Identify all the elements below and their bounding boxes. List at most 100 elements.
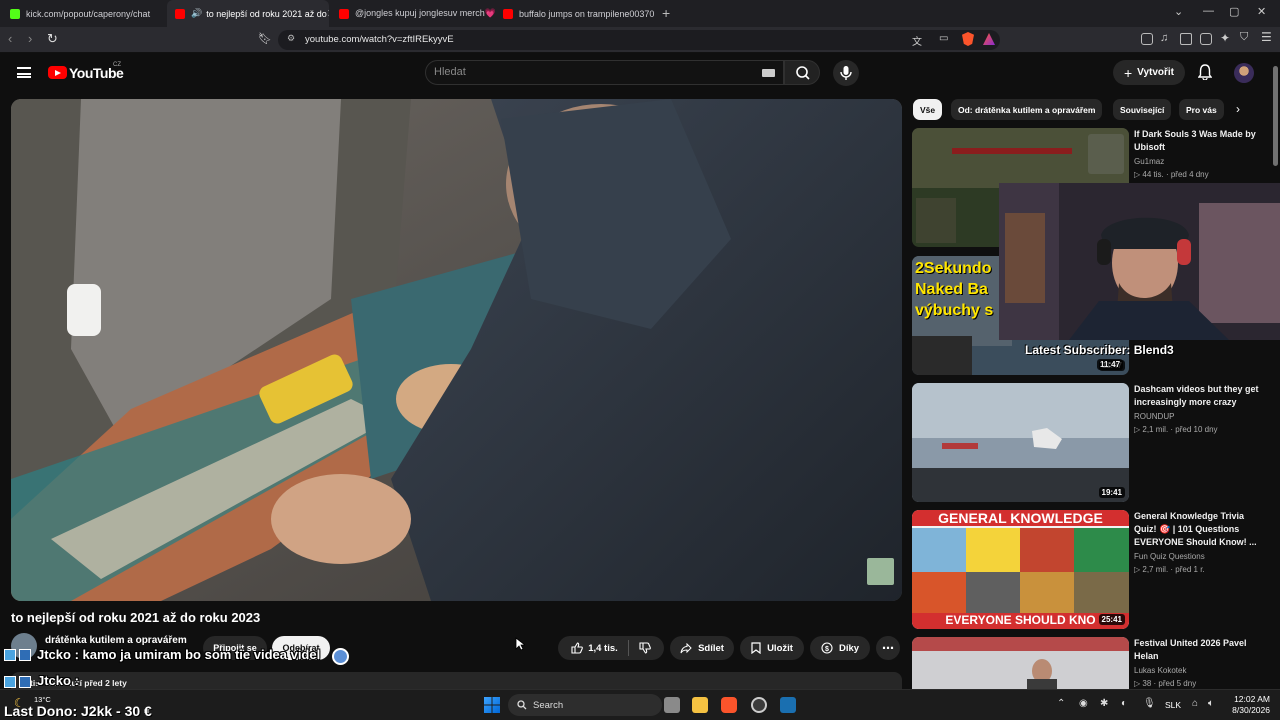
new-tab-button[interactable]: + bbox=[662, 5, 670, 21]
kick-favicon-icon bbox=[10, 8, 20, 19]
task-view-icon[interactable] bbox=[664, 697, 680, 713]
meta-separator: · bbox=[1163, 170, 1171, 179]
recommendation-meta: ▷ 2,7 mil. · před 1 r. bbox=[1134, 565, 1205, 574]
tray-overflow-icon[interactable]: ⌃ bbox=[1057, 698, 1065, 709]
site-info-icon[interactable]: ⚙ bbox=[287, 33, 295, 44]
hamburger-menu-icon[interactable] bbox=[17, 67, 31, 78]
leo-ai-icon[interactable]: ✦ bbox=[1220, 31, 1230, 45]
recommendation-channel[interactable]: Gu1maz bbox=[1134, 157, 1164, 166]
media-icon[interactable]: ♫ bbox=[1160, 32, 1168, 44]
volume-icon[interactable]: 🔈︎ bbox=[1208, 698, 1214, 709]
share-arrow-icon bbox=[680, 642, 692, 653]
back-button[interactable]: ‹ bbox=[8, 31, 12, 46]
voice-search-button[interactable] bbox=[833, 60, 859, 86]
tab-jongles[interactable]: @jongles kupuj jonglesuv merch💗 bbox=[331, 0, 495, 27]
recommendation-title[interactable]: General Knowledge Trivia Quiz! 🎯 | 101 Q… bbox=[1134, 510, 1262, 549]
tab-youtube-video[interactable]: 🔊 to nejlepší od roku 2021 až do ✕ bbox=[167, 0, 329, 27]
tab-buffalo[interactable]: buffalo jumps on trampilene00370 - bbox=[495, 0, 655, 27]
search-button[interactable] bbox=[784, 60, 820, 85]
minimize-button[interactable]: — bbox=[1203, 5, 1214, 17]
country-code: CZ bbox=[113, 62, 121, 68]
speaker-icon: 🔊 bbox=[191, 8, 203, 18]
keyboard-language[interactable]: SLK bbox=[1165, 700, 1181, 710]
more-icon: ⋯ bbox=[882, 641, 894, 655]
windows-start-icon[interactable] bbox=[484, 697, 500, 713]
extensions-icon[interactable] bbox=[1141, 33, 1153, 45]
chevron-right-icon[interactable]: › bbox=[1236, 102, 1240, 116]
chip-for-you[interactable]: Pro vás bbox=[1179, 99, 1224, 120]
video-player[interactable] bbox=[11, 99, 902, 601]
browser-tab-bar: kick.com/popout/caperony/chat 🔊 to nejle… bbox=[0, 0, 1280, 27]
tab-kick-chat[interactable]: kick.com/popout/caperony/chat bbox=[2, 0, 167, 27]
recommendation-item[interactable]: GENERAL KNOWLEDGE EVERYONE SHOULD KNO 25… bbox=[912, 510, 1276, 630]
obs-icon[interactable] bbox=[751, 697, 767, 713]
recommendation-title[interactable]: Festival United 2026 Pavel Helan bbox=[1134, 637, 1262, 663]
vpn-shield-icon[interactable]: ⛉ bbox=[1240, 31, 1248, 44]
steam-icon[interactable] bbox=[780, 697, 796, 713]
close-tab-icon[interactable]: ✕ bbox=[327, 7, 329, 20]
recommendation-channel[interactable]: Lukas Kokotek bbox=[1134, 666, 1186, 675]
forward-button[interactable]: › bbox=[28, 31, 32, 46]
page-scrollbar-thumb[interactable] bbox=[1273, 66, 1278, 166]
sidebar-icon[interactable] bbox=[1180, 33, 1192, 45]
cast-icon[interactable]: ▭ bbox=[939, 33, 948, 44]
chip-related[interactable]: Související bbox=[1113, 99, 1172, 120]
network-icon[interactable]: ⌂ bbox=[1192, 698, 1198, 709]
account-avatar[interactable] bbox=[1234, 63, 1254, 83]
notifications-bell-icon[interactable] bbox=[1198, 64, 1212, 80]
taskbar-search[interactable]: Search bbox=[508, 694, 662, 716]
search-input[interactable] bbox=[434, 66, 734, 78]
youtube-logo-icon[interactable] bbox=[48, 66, 67, 79]
brave-browser-icon[interactable] bbox=[721, 697, 737, 713]
share-button[interactable]: Sdílet bbox=[670, 636, 734, 660]
create-label: Vytvořit bbox=[1137, 67, 1175, 78]
menu-icon[interactable]: ☰ bbox=[1261, 30, 1272, 44]
brave-shields-icon[interactable] bbox=[962, 32, 974, 46]
close-window-button[interactable]: ✕ bbox=[1257, 5, 1266, 18]
more-actions-button[interactable]: ⋯ bbox=[876, 636, 900, 660]
share-label: Sdílet bbox=[698, 642, 724, 654]
steam-tray-icon[interactable]: ◐ bbox=[1121, 698, 1127, 709]
upload-age: před 5 dny bbox=[1158, 679, 1197, 688]
chip-all[interactable]: Vše bbox=[913, 99, 943, 120]
keyboard-icon[interactable] bbox=[762, 69, 775, 77]
recommendation-channel[interactable]: ROUNDUP bbox=[1134, 412, 1174, 421]
tab-list-icon[interactable]: ⌄ bbox=[1174, 5, 1183, 18]
brave-rewards-icon[interactable] bbox=[983, 33, 995, 45]
address-bar[interactable]: ⚙ youtube.com/watch?v=zftIREkyyvE 文 ▭ bbox=[278, 30, 1000, 50]
bookmark-icon[interactable]: 🔖︎ bbox=[258, 32, 272, 45]
youtube-favicon-icon bbox=[503, 8, 513, 19]
view-count: 38 bbox=[1142, 679, 1152, 688]
maximize-button[interactable]: ▢ bbox=[1229, 5, 1239, 18]
chat-badge-icon bbox=[4, 649, 16, 661]
video-thumbnail[interactable]: 19:41 bbox=[912, 383, 1129, 502]
recommendation-item[interactable]: 19:41 Dashcam videos but they get increa… bbox=[912, 383, 1276, 503]
save-button[interactable]: Uložit bbox=[740, 636, 804, 660]
create-button[interactable]: + Vytvořit bbox=[1113, 60, 1185, 85]
dislike-button-thumbs-down-icon[interactable] bbox=[639, 642, 651, 654]
clock-time: 12:02 AM bbox=[1234, 694, 1270, 704]
reload-button[interactable]: ↻ bbox=[47, 31, 58, 47]
recommendation-channel[interactable]: Fun Quiz Questions bbox=[1134, 552, 1205, 561]
wallet-icon[interactable] bbox=[1200, 33, 1212, 45]
save-label: Uložit bbox=[767, 642, 793, 654]
microphone-tray-icon[interactable]: 🎙︎ bbox=[1143, 698, 1156, 709]
search-icon bbox=[517, 700, 527, 710]
discord-tray-icon[interactable]: ◉ bbox=[1079, 698, 1088, 709]
channel-name[interactable]: drátěnka kutilem a opravářem bbox=[45, 635, 187, 646]
translate-icon[interactable]: 文 bbox=[912, 33, 922, 48]
system-clock[interactable]: 12:02 AM 8/30/2026 bbox=[1222, 694, 1270, 716]
chat-badge-icon bbox=[4, 676, 16, 688]
thanks-button[interactable]: $ Díky bbox=[810, 636, 870, 660]
recommendation-title[interactable]: Dashcam videos but they get increasingly… bbox=[1134, 383, 1262, 409]
settings-tray-icon[interactable]: ✱ bbox=[1100, 698, 1108, 709]
like-button[interactable]: 1,4 tis. bbox=[571, 642, 618, 654]
channel-watermark-icon[interactable] bbox=[867, 558, 894, 585]
file-explorer-icon[interactable] bbox=[692, 697, 708, 713]
recommendation-item[interactable]: Festival United 2026 Pavel Helan Lukas K… bbox=[912, 637, 1276, 689]
chip-from-channel[interactable]: Od: drátěnka kutilem a opravářem bbox=[951, 99, 1103, 120]
recommendation-title[interactable]: If Dark Souls 3 Was Made by Ubisoft bbox=[1134, 128, 1262, 154]
video-thumbnail[interactable]: GENERAL KNOWLEDGE EVERYONE SHOULD KNO 25… bbox=[912, 510, 1129, 629]
video-thumbnail[interactable] bbox=[912, 637, 1129, 689]
plus-icon: + bbox=[1123, 64, 1133, 81]
